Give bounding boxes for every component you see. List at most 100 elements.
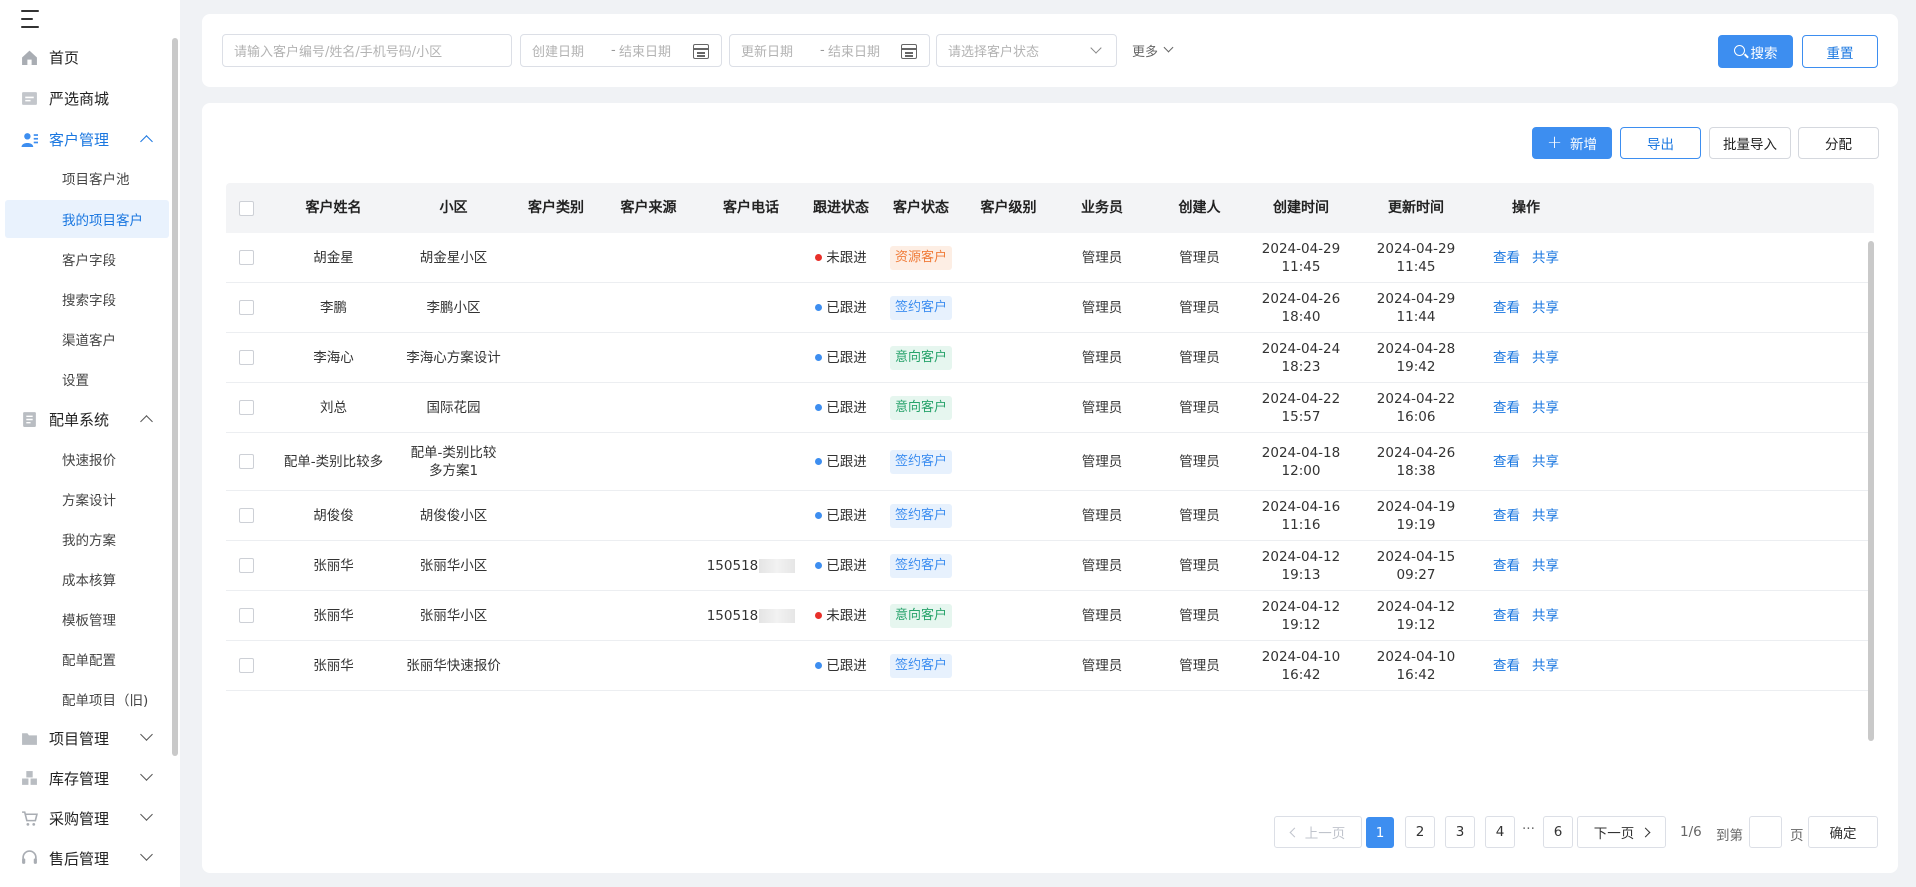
cell-salesman: 管理员 <box>1051 641 1153 690</box>
sidebar-item-order-system[interactable]: 配单系统 <box>0 400 170 438</box>
sidebar-sub-customer-fields[interactable]: 客户字段 <box>5 240 169 278</box>
row-checkbox[interactable] <box>238 350 254 365</box>
reset-button[interactable]: 重置 <box>1802 35 1878 68</box>
sidebar-scrollbar[interactable] <box>172 38 178 756</box>
created-date-range-picker[interactable]: 创建日期 - 结束日期 <box>520 34 722 67</box>
row-checkbox[interactable] <box>238 508 254 523</box>
batch-import-button[interactable]: 批量导入 <box>1709 127 1791 159</box>
sidebar-sub-label: 配单配置 <box>62 653 116 669</box>
view-link[interactable]: 查看 <box>1493 299 1520 317</box>
goto-confirm-button[interactable]: 确定 <box>1808 816 1878 848</box>
more-filters-toggle[interactable]: 更多 <box>1132 41 1174 60</box>
cell-text: 张丽华小区 <box>419 607 488 624</box>
cell-creator: 管理员 <box>1153 283 1246 332</box>
share-link[interactable]: 共享 <box>1532 299 1559 317</box>
sidebar-sub-plan-design[interactable]: 方案设计 <box>5 480 169 518</box>
page-button-6[interactable]: 6 <box>1543 816 1573 848</box>
sidebar-sub-order-config[interactable]: 配单配置 <box>5 640 169 678</box>
cell-salesman: 管理员 <box>1051 541 1153 590</box>
cell-text: 李鹏小区 <box>426 299 481 316</box>
page-button-4[interactable]: 4 <box>1485 816 1515 848</box>
share-link[interactable]: 共享 <box>1532 399 1559 417</box>
share-link[interactable]: 共享 <box>1532 453 1559 471</box>
page-button-1[interactable]: 1 <box>1366 817 1394 848</box>
view-link[interactable]: 查看 <box>1493 349 1520 367</box>
sidebar-sub-settings[interactable]: 设置 <box>5 360 169 398</box>
column-header-level: 客户级别 <box>980 200 1037 216</box>
sidebar-item-inventory[interactable]: 库存管理 <box>0 759 170 797</box>
table-row[interactable]: 张丽华 张丽华小区 150518 未跟进 意向客户 管理员 管理员 2024-04-12 19… <box>226 591 1874 641</box>
sidebar-item-customers[interactable]: 客户管理 <box>0 120 170 158</box>
keyword-search-input[interactable]: 请输入客户编号/姓名/手机号码/小区 <box>222 34 512 67</box>
goto-page-input[interactable] <box>1749 816 1782 848</box>
table-row[interactable]: 李海心 李海心方案设计 已跟进 意向客户 管理员 管理员 2024-04-24 18:23 2… <box>226 333 1874 383</box>
phone-masked-digits <box>759 558 796 573</box>
sidebar-sub-my-plans[interactable]: 我的方案 <box>5 520 169 558</box>
row-checkbox[interactable] <box>238 658 254 673</box>
sidebar-item-project-management[interactable]: 项目管理 <box>0 719 170 757</box>
sidebar-sub-order-project-old[interactable]: 配单项目（旧) <box>5 680 169 718</box>
page-button-3[interactable]: 3 <box>1445 816 1475 848</box>
share-link[interactable]: 共享 <box>1532 607 1559 625</box>
sidebar-sub-label: 方案设计 <box>62 493 116 509</box>
sidebar-item-home[interactable]: 首页 <box>0 38 170 76</box>
share-link[interactable]: 共享 <box>1532 507 1559 525</box>
sidebar-sub-channel-customers[interactable]: 渠道客户 <box>5 320 169 358</box>
share-link[interactable]: 共享 <box>1532 557 1559 575</box>
sidebar-sub-quick-quote[interactable]: 快速报价 <box>5 440 169 478</box>
row-checkbox[interactable] <box>238 250 254 265</box>
page-number: 4 <box>1495 824 1505 840</box>
updated-date-range-picker[interactable]: 更新日期 - 结束日期 <box>729 34 930 67</box>
sidebar-sub-project-customer-pool[interactable]: 项目客户池 <box>5 159 169 197</box>
cell-updated-time: 2024-04-15 09:27 <box>1356 541 1476 590</box>
view-link[interactable]: 查看 <box>1493 557 1520 575</box>
table-scrollbar[interactable] <box>1868 241 1874 741</box>
cell-community: 张丽华快速报价 <box>396 641 511 690</box>
view-link[interactable]: 查看 <box>1493 399 1520 417</box>
table-row[interactable]: 配单-类别比较多 配单-类别比较多方案1 已跟进 签约客户 管理员 管理员 2024-04-… <box>226 433 1874 491</box>
sidebar-sub-template-management[interactable]: 模板管理 <box>5 600 169 638</box>
row-checkbox[interactable] <box>238 454 254 469</box>
row-checkbox[interactable] <box>238 400 254 415</box>
row-checkbox[interactable] <box>238 608 254 623</box>
add-customer-button[interactable]: + 新增 <box>1532 127 1612 159</box>
share-link[interactable]: 共享 <box>1532 249 1559 267</box>
sidebar-item-after-sales[interactable]: 售后管理 <box>0 839 170 877</box>
pagination-ellipsis[interactable]: ··· <box>1522 821 1535 837</box>
sidebar-sub-my-project-customers[interactable]: 我的项目客户 <box>5 200 169 238</box>
view-link[interactable]: 查看 <box>1493 249 1520 267</box>
sidebar-sub-search-fields[interactable]: 搜索字段 <box>5 280 169 318</box>
share-link[interactable]: 共享 <box>1532 657 1559 675</box>
table-row[interactable]: 李鹏 李鹏小区 已跟进 签约客户 管理员 管理员 2024-04-26 18:40 2024-… <box>226 283 1874 333</box>
sidebar-item-mall[interactable]: 严选商城 <box>0 79 170 117</box>
table-row[interactable]: 张丽华 张丽华快速报价 已跟进 签约客户 管理员 管理员 2024-04-10 16:42 2… <box>226 641 1874 691</box>
page-button-2[interactable]: 2 <box>1405 816 1435 848</box>
view-link[interactable]: 查看 <box>1493 657 1520 675</box>
follow-status-text: 已跟进 <box>826 507 867 524</box>
export-button[interactable]: 导出 <box>1620 127 1701 159</box>
cell-text: 管理员 <box>1179 399 1220 416</box>
status-placeholder: 请选择客户状态 <box>948 45 1040 60</box>
row-checkbox[interactable] <box>238 300 254 315</box>
assign-button[interactable]: 分配 <box>1798 127 1879 159</box>
prev-page-button[interactable]: 上一页 <box>1274 816 1362 848</box>
sidebar-sub-cost-accounting[interactable]: 成本核算 <box>5 560 169 598</box>
sidebar-item-purchasing[interactable]: 采购管理 <box>0 799 170 837</box>
table-row[interactable]: 张丽华 张丽华小区 150518 已跟进 签约客户 管理员 管理员 2024-04-12 19… <box>226 541 1874 591</box>
menu-collapse-icon[interactable] <box>21 10 41 28</box>
view-link[interactable]: 查看 <box>1493 507 1520 525</box>
share-link[interactable]: 共享 <box>1532 349 1559 367</box>
table-row[interactable]: 胡俊俊 胡俊俊小区 已跟进 签约客户 管理员 管理员 2024-04-16 11:16 202… <box>226 491 1874 541</box>
row-checkbox[interactable] <box>238 558 254 573</box>
search-button[interactable]: 搜索 <box>1718 35 1793 68</box>
view-link[interactable]: 查看 <box>1493 607 1520 625</box>
page-unit-label: 页 <box>1790 828 1804 844</box>
table-row[interactable]: 刘总 国际花园 已跟进 意向客户 管理员 管理员 2024-04-22 15:57 2024-… <box>226 383 1874 433</box>
customer-status-select[interactable]: 请选择客户状态 <box>936 34 1117 67</box>
table-row[interactable]: 胡金星 胡金星小区 未跟进 资源客户 管理员 管理员 2024-04-29 11:45 202… <box>226 233 1874 283</box>
follow-status-dot <box>815 404 823 411</box>
next-page-button[interactable]: 下一页 <box>1577 816 1666 848</box>
view-link[interactable]: 查看 <box>1493 453 1520 471</box>
select-all-checkbox[interactable] <box>238 200 254 216</box>
chevron-right-icon <box>1640 827 1651 837</box>
